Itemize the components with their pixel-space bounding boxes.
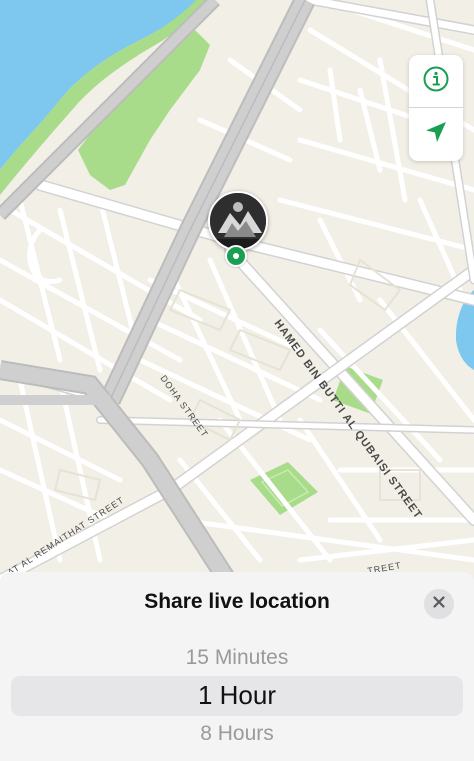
user-avatar-pin[interactable] — [208, 191, 268, 251]
close-button[interactable] — [424, 589, 454, 619]
duration-picker[interactable]: 15 Minutes 1 Hour 8 Hours — [0, 634, 474, 761]
current-location-dot — [225, 245, 247, 267]
app-root: HAMED BIN BUTTI AL QUBAISI STREET DOHA S… — [0, 0, 474, 761]
duration-option-15-minutes[interactable]: 15 Minutes — [0, 646, 474, 670]
info-circle-icon — [422, 65, 450, 98]
info-button[interactable] — [409, 55, 463, 107]
map-view[interactable]: HAMED BIN BUTTI AL QUBAISI STREET DOHA S… — [0, 0, 474, 600]
duration-option-8-hours[interactable]: 8 Hours — [0, 722, 474, 746]
locate-me-button[interactable] — [409, 108, 463, 160]
map-controls — [409, 55, 463, 161]
duration-option-1-hour[interactable]: 1 Hour — [0, 680, 474, 711]
avatar-photo — [210, 193, 266, 249]
sheet-title: Share live location — [144, 590, 330, 613]
share-location-sheet: Share live location 15 Minutes 1 Hour 8 … — [0, 572, 474, 761]
close-x-icon — [433, 595, 445, 613]
location-arrow-icon — [423, 119, 449, 150]
